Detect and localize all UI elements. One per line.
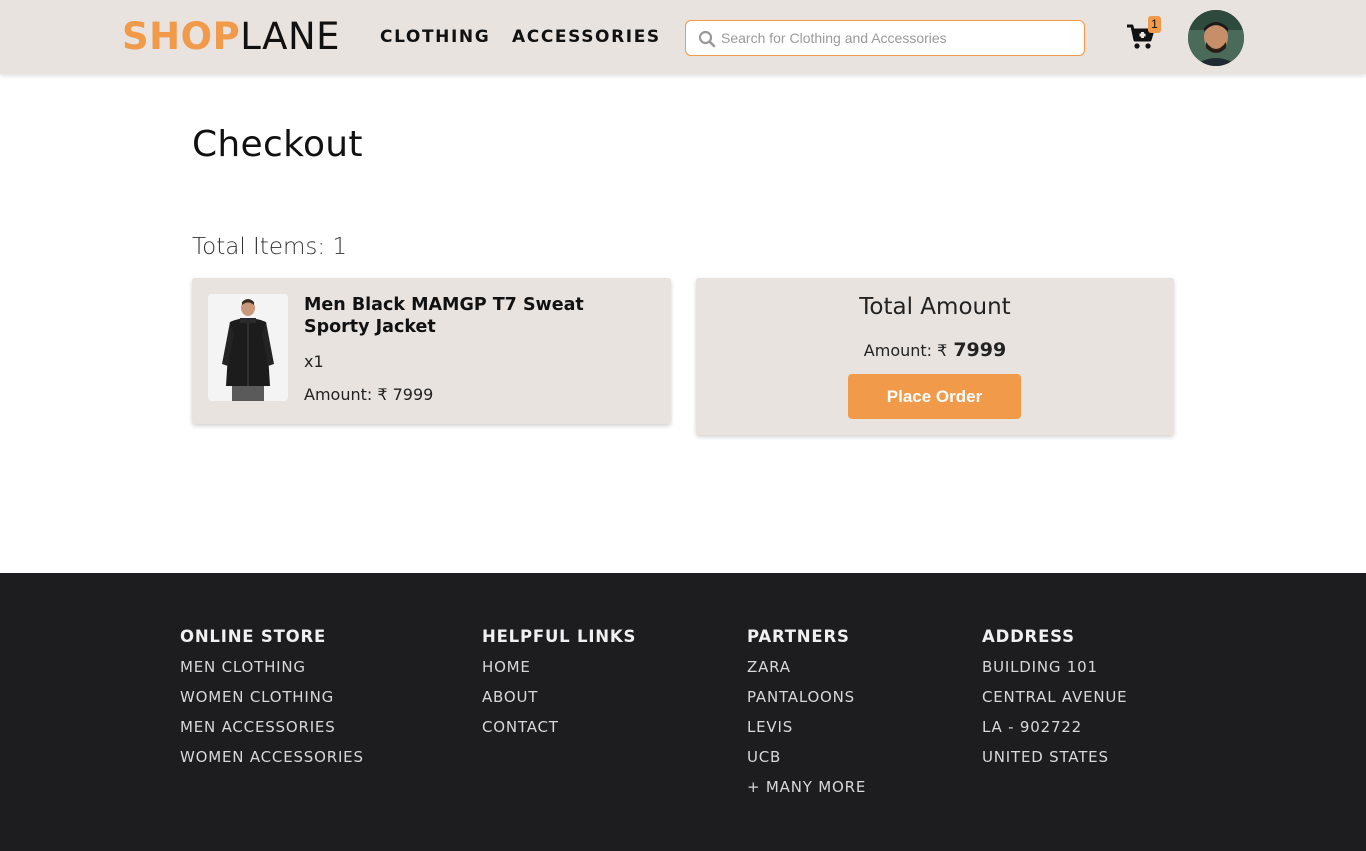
search-icon [698, 30, 716, 48]
footer-link-home[interactable]: HOME [482, 658, 636, 676]
nav-accessories-link[interactable]: ACCESSORIES [512, 27, 661, 47]
total-amount-heading: Total Amount [859, 294, 1011, 320]
footer-link-many-more[interactable]: + MANY MORE [747, 778, 866, 796]
total-amount-line: Amount: ₹ 7999 [696, 339, 1174, 361]
footer-column-address: ADDRESS BUILDING 101 CENTRAL AVENUE LA -… [982, 628, 1127, 778]
product-amount: Amount: ₹ 7999 [304, 385, 434, 404]
cart-count-badge: 1 [1148, 16, 1161, 33]
footer-link-contact[interactable]: CONTACT [482, 718, 636, 736]
footer-address-line: LA - 902722 [982, 718, 1082, 736]
page-title: Checkout [192, 124, 363, 165]
footer-link-women-clothing[interactable]: WOMEN CLOTHING [180, 688, 364, 706]
footer-link-men-accessories[interactable]: MEN ACCESSORIES [180, 718, 364, 736]
total-items-count: Total Items: 1 [192, 234, 348, 260]
footer-heading: ADDRESS [982, 627, 1075, 646]
search-input[interactable] [721, 21, 1076, 55]
top-header: SHOPLANE CLOTHING ACCESSORIES 1 [0, 0, 1366, 74]
order-summary-card: Total Amount Amount: ₹ 7999 Place Order [696, 278, 1174, 435]
search-bar[interactable] [685, 20, 1085, 56]
product-image [208, 294, 288, 401]
user-avatar[interactable] [1188, 10, 1244, 66]
footer-link-ucb[interactable]: UCB [747, 748, 866, 766]
footer-link-zara[interactable]: ZARA [747, 658, 866, 676]
nav-clothing-link[interactable]: CLOTHING [380, 27, 490, 47]
shoplane-logo[interactable]: SHOPLANE [122, 17, 340, 57]
footer-address-line: UNITED STATES [982, 748, 1109, 766]
footer-column-online-store: ONLINE STORE MEN CLOTHING WOMEN CLOTHING… [180, 628, 364, 778]
product-name: Men Black MAMGP T7 Sweat Sporty Jacket [304, 295, 584, 337]
footer-address-line: CENTRAL AVENUE [982, 688, 1128, 706]
avatar-image [1188, 10, 1244, 66]
place-order-button[interactable]: Place Order [848, 374, 1021, 419]
cart-item-card: Men Black MAMGP T7 Sweat Sporty Jacket x… [192, 278, 671, 424]
footer-heading: HELPFUL LINKS [482, 627, 637, 646]
footer-link-levis[interactable]: LEVIS [747, 718, 866, 736]
footer-link-men-clothing[interactable]: MEN CLOTHING [180, 658, 364, 676]
logo-lane-text: LANE [240, 15, 341, 58]
footer-address-line: BUILDING 101 [982, 658, 1098, 676]
footer-link-about[interactable]: ABOUT [482, 688, 636, 706]
footer-heading: ONLINE STORE [180, 627, 327, 646]
site-footer: ONLINE STORE MEN CLOTHING WOMEN CLOTHING… [0, 573, 1366, 851]
product-quantity: x1 [304, 352, 324, 371]
footer-column-helpful-links: HELPFUL LINKS HOME ABOUT CONTACT [482, 628, 636, 748]
total-amount-value: 7999 [953, 339, 1007, 361]
footer-link-pantaloons[interactable]: PANTALOONS [747, 688, 866, 706]
footer-heading: PARTNERS [747, 627, 850, 646]
total-amount-label: Amount: ₹ [863, 341, 948, 360]
logo-shop-text: SHOP [122, 15, 241, 58]
footer-link-women-accessories[interactable]: WOMEN ACCESSORIES [180, 748, 364, 766]
footer-column-partners: PARTNERS ZARA PANTALOONS LEVIS UCB + MAN… [747, 628, 866, 808]
